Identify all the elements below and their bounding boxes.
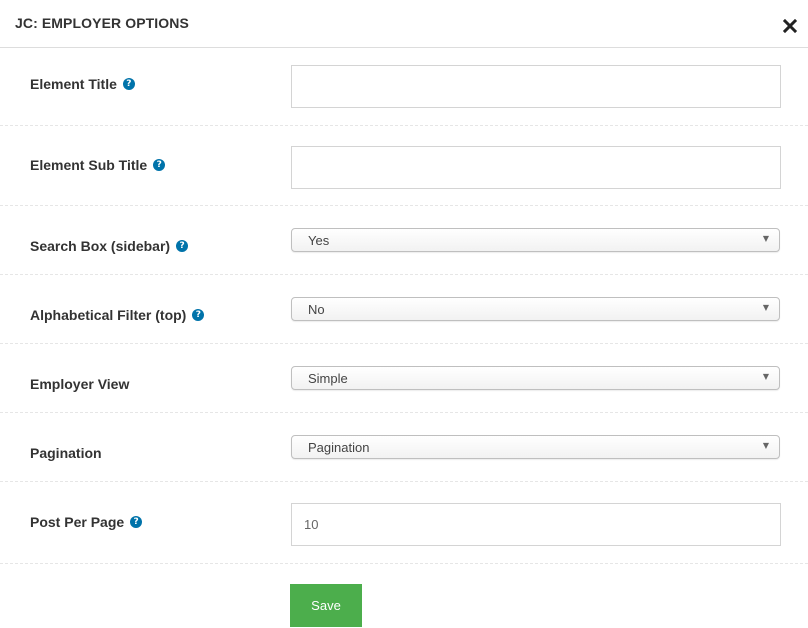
field-row-post-per-page: Post Per Page ? [0,482,808,564]
field-label-search-box: Search Box (sidebar) ? [30,238,189,254]
employer-view-label: Employer View [30,376,130,392]
field-label-post-per-page: Post Per Page ? [30,514,143,530]
element-title-input[interactable] [291,65,781,108]
question-circle-icon[interactable]: ? [153,159,166,171]
modal-header: JC: EMPLOYER OPTIONS [0,0,808,48]
alphabetical-filter-label: Alphabetical Filter (top) [30,307,187,323]
field-row-pagination: Pagination Pagination ▼ [0,413,808,482]
close-button[interactable] [778,14,802,38]
close-x-icon [783,19,797,33]
search-box-select[interactable]: Yes ▼ [291,228,780,252]
employer-view-selected-value: Simple [308,371,348,386]
pagination-selected-value: Pagination [308,440,370,455]
field-label-element-sub-title: Element Sub Title ? [30,157,166,173]
question-circle-icon[interactable]: ? [130,516,143,528]
field-row-element-sub-title: Element Sub Title ? [0,126,808,206]
field-label-alphabetical-filter: Alphabetical Filter (top) ? [30,307,205,323]
element-title-label: Element Title [30,76,117,92]
field-label-pagination: Pagination [30,445,102,461]
element-sub-title-input[interactable] [291,146,781,189]
employer-view-select[interactable]: Simple ▼ [291,366,780,390]
field-row-employer-view: Employer View Simple ▼ [0,344,808,413]
chevron-down-icon: ▼ [762,303,769,312]
chevron-down-icon: ▼ [762,441,769,450]
question-circle-icon[interactable]: ? [176,240,189,252]
field-label-element-title: Element Title ? [30,76,135,92]
alphabetical-filter-select[interactable]: No ▼ [291,297,780,321]
save-button[interactable]: Save [290,584,362,627]
post-per-page-label: Post Per Page [30,514,125,530]
question-circle-icon[interactable]: ? [192,309,205,321]
field-row-element-title: Element Title ? [0,48,808,126]
search-box-label: Search Box (sidebar) [30,238,171,254]
post-per-page-input[interactable] [291,503,781,546]
field-row-alphabetical-filter: Alphabetical Filter (top) ? No ▼ [0,275,808,344]
alphabetical-filter-selected-value: No [308,302,325,317]
search-box-selected-value: Yes [308,233,330,248]
element-sub-title-label: Element Sub Title [30,157,148,173]
chevron-down-icon: ▼ [762,234,769,243]
field-row-search-box: Search Box (sidebar) ? Yes ▼ [0,206,808,275]
pagination-label: Pagination [30,445,102,461]
chevron-down-icon: ▼ [762,372,769,381]
question-circle-icon[interactable]: ? [122,78,135,90]
modal-title: JC: EMPLOYER OPTIONS [15,15,189,31]
field-label-employer-view: Employer View [30,376,129,392]
pagination-select[interactable]: Pagination ▼ [291,435,780,459]
